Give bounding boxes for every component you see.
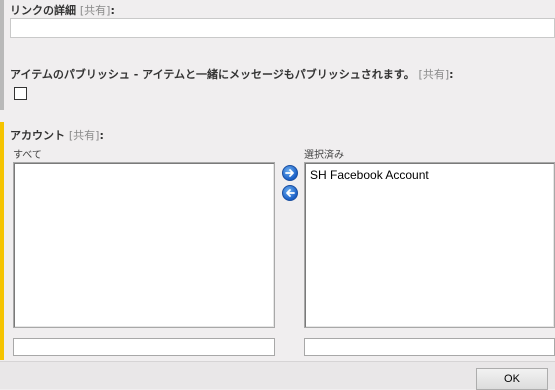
shared-badge: [共有] xyxy=(68,129,100,142)
shared-badge: [共有] xyxy=(79,4,111,17)
dialog-footer xyxy=(0,361,555,389)
link-details-title: リンクの詳細 xyxy=(10,4,76,17)
all-accounts-listbox[interactable] xyxy=(13,162,275,328)
ok-button[interactable]: OK xyxy=(476,368,548,390)
add-account-button[interactable] xyxy=(282,165,298,181)
selected-list-label: 選択済み xyxy=(304,150,344,161)
arrow-left-icon xyxy=(286,189,295,197)
publish-item-label: アイテムのパブリッシュ - アイテムと一緒にメッセージもパブリッシュされます。 … xyxy=(10,66,454,82)
account-label: アカウント [共有]: xyxy=(10,127,104,143)
link-details-label: リンクの詳細 [共有]: xyxy=(10,2,115,18)
selected-accounts-listbox[interactable]: SH Facebook Account xyxy=(304,162,555,328)
required-field-bar xyxy=(0,122,4,360)
shared-badge: [共有] xyxy=(418,68,450,81)
remove-account-button[interactable] xyxy=(282,185,298,201)
publish-item-title: アイテムのパブリッシュ - アイテムと一緒にメッセージもパブリッシュされます。 xyxy=(10,68,415,81)
colon: : xyxy=(99,129,104,142)
all-accounts-filter-input[interactable] xyxy=(13,338,275,356)
link-details-input[interactable] xyxy=(10,18,555,38)
publish-item-checkbox[interactable] xyxy=(14,87,27,100)
section-indicator-bar xyxy=(0,0,4,110)
all-list-label: すべて xyxy=(13,150,42,161)
arrow-right-icon xyxy=(285,169,294,177)
list-item[interactable]: SH Facebook Account xyxy=(310,168,429,182)
colon: : xyxy=(449,68,454,81)
account-title: アカウント xyxy=(10,129,65,142)
selected-accounts-filter-input[interactable] xyxy=(304,338,555,356)
colon: : xyxy=(110,4,115,17)
